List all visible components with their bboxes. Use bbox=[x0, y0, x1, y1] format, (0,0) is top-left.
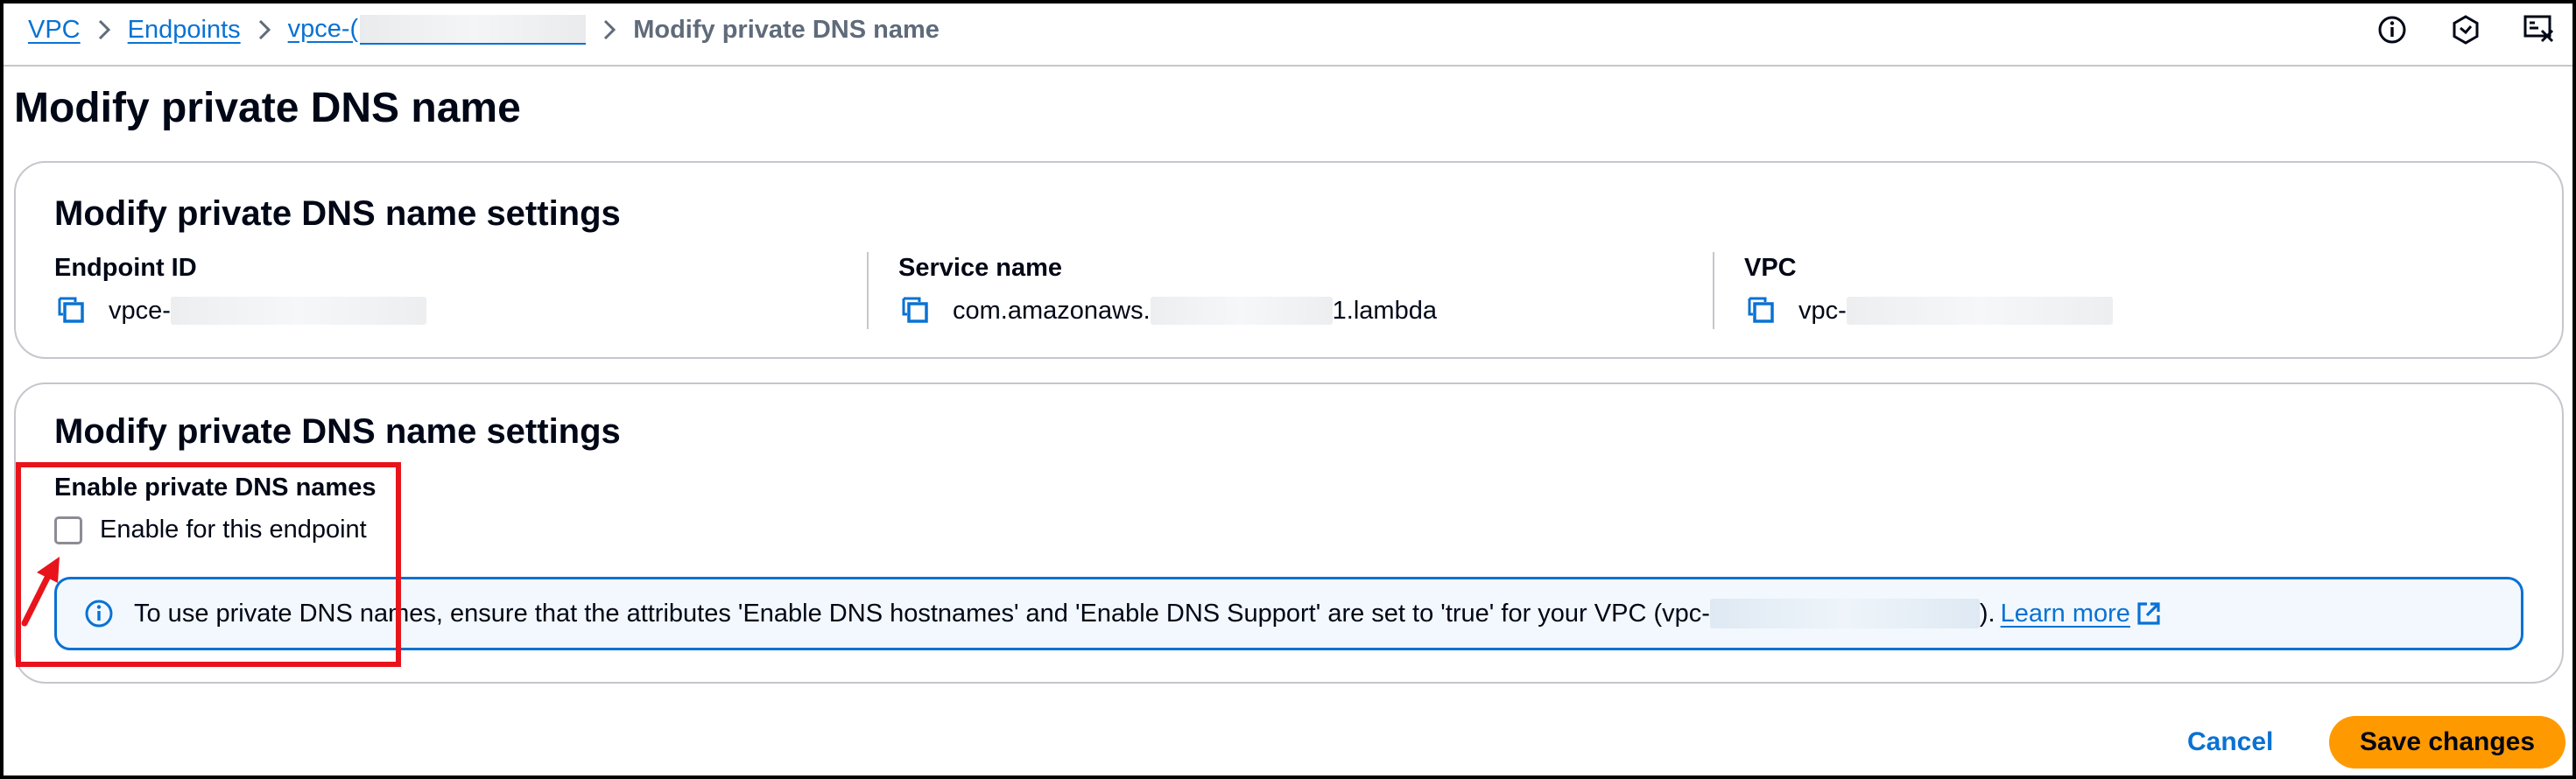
copy-icon[interactable] bbox=[1744, 293, 1779, 328]
redacted-region bbox=[1150, 297, 1333, 325]
chevron-right-icon bbox=[602, 18, 617, 41]
panel-title: Modify private DNS name settings bbox=[54, 194, 621, 233]
breadcrumb-current: Modify private DNS name bbox=[633, 15, 940, 44]
field-label: VPC bbox=[1744, 254, 1797, 282]
header-tools bbox=[2375, 12, 2557, 47]
annotation-arrow-icon bbox=[21, 557, 60, 627]
learn-more-link[interactable]: Learn more bbox=[2001, 600, 2162, 628]
service-name-field: Service name com.amazonaws. 1.lambda bbox=[898, 254, 1437, 333]
endpoint-details-panel: Modify private DNS name settings Endpoin… bbox=[14, 161, 2564, 359]
chevron-right-icon bbox=[257, 18, 272, 41]
column-divider bbox=[1713, 252, 1714, 329]
learn-more-text: Learn more bbox=[2000, 599, 2130, 628]
redacted-region bbox=[1846, 297, 2113, 325]
field-value: vpce- bbox=[54, 293, 426, 328]
info-icon[interactable] bbox=[2375, 12, 2410, 47]
page-title: Modify private DNS name bbox=[14, 85, 521, 131]
info-alert: To use private DNS names, ensure that th… bbox=[54, 577, 2523, 650]
endpoint-id-field: Endpoint ID vpce- bbox=[54, 254, 426, 333]
settings-hex-icon[interactable] bbox=[2448, 12, 2483, 47]
service-name-suffix: 1.lambda bbox=[1332, 296, 1437, 325]
copy-icon[interactable] bbox=[898, 293, 933, 328]
redacted-region bbox=[1709, 599, 1980, 628]
top-bar: VPC Endpoints vpce-( Modify private DNS … bbox=[4, 4, 2572, 67]
save-changes-button[interactable]: Save changes bbox=[2329, 716, 2565, 768]
redacted-region bbox=[360, 15, 587, 46]
field-label: Endpoint ID bbox=[54, 254, 197, 282]
vpc-field: VPC vpc- bbox=[1744, 254, 2113, 333]
annotation-highlight-box bbox=[16, 462, 401, 667]
breadcrumb: VPC Endpoints vpce-( Modify private DNS … bbox=[28, 12, 940, 47]
vpc-id-text: vpc- bbox=[1798, 296, 1847, 325]
field-value: com.amazonaws. 1.lambda bbox=[898, 293, 1437, 328]
alert-text-end: ). bbox=[1979, 599, 1995, 628]
breadcrumb-endpoint-id-text: vpce-( bbox=[287, 14, 359, 43]
chevron-right-icon bbox=[96, 18, 112, 41]
field-label: Service name bbox=[898, 254, 1063, 282]
cancel-button[interactable]: Cancel bbox=[2163, 718, 2298, 767]
field-value: vpc- bbox=[1744, 293, 2113, 328]
alert-text: To use private DNS names, ensure that th… bbox=[134, 599, 2162, 628]
endpoint-id-text: vpce- bbox=[109, 296, 171, 325]
external-link-icon bbox=[2136, 600, 2162, 627]
feedback-icon[interactable] bbox=[2522, 12, 2557, 47]
redacted-region bbox=[170, 297, 426, 325]
panel-title: Modify private DNS name settings bbox=[54, 412, 621, 451]
column-divider bbox=[867, 252, 869, 329]
copy-icon[interactable] bbox=[54, 293, 89, 328]
breadcrumb-endpoints[interactable]: Endpoints bbox=[128, 16, 241, 45]
breadcrumb-vpc[interactable]: VPC bbox=[28, 16, 81, 45]
service-name-prefix: com.amazonaws. bbox=[953, 296, 1151, 325]
breadcrumb-endpoint-id[interactable]: vpce-( bbox=[287, 14, 587, 46]
